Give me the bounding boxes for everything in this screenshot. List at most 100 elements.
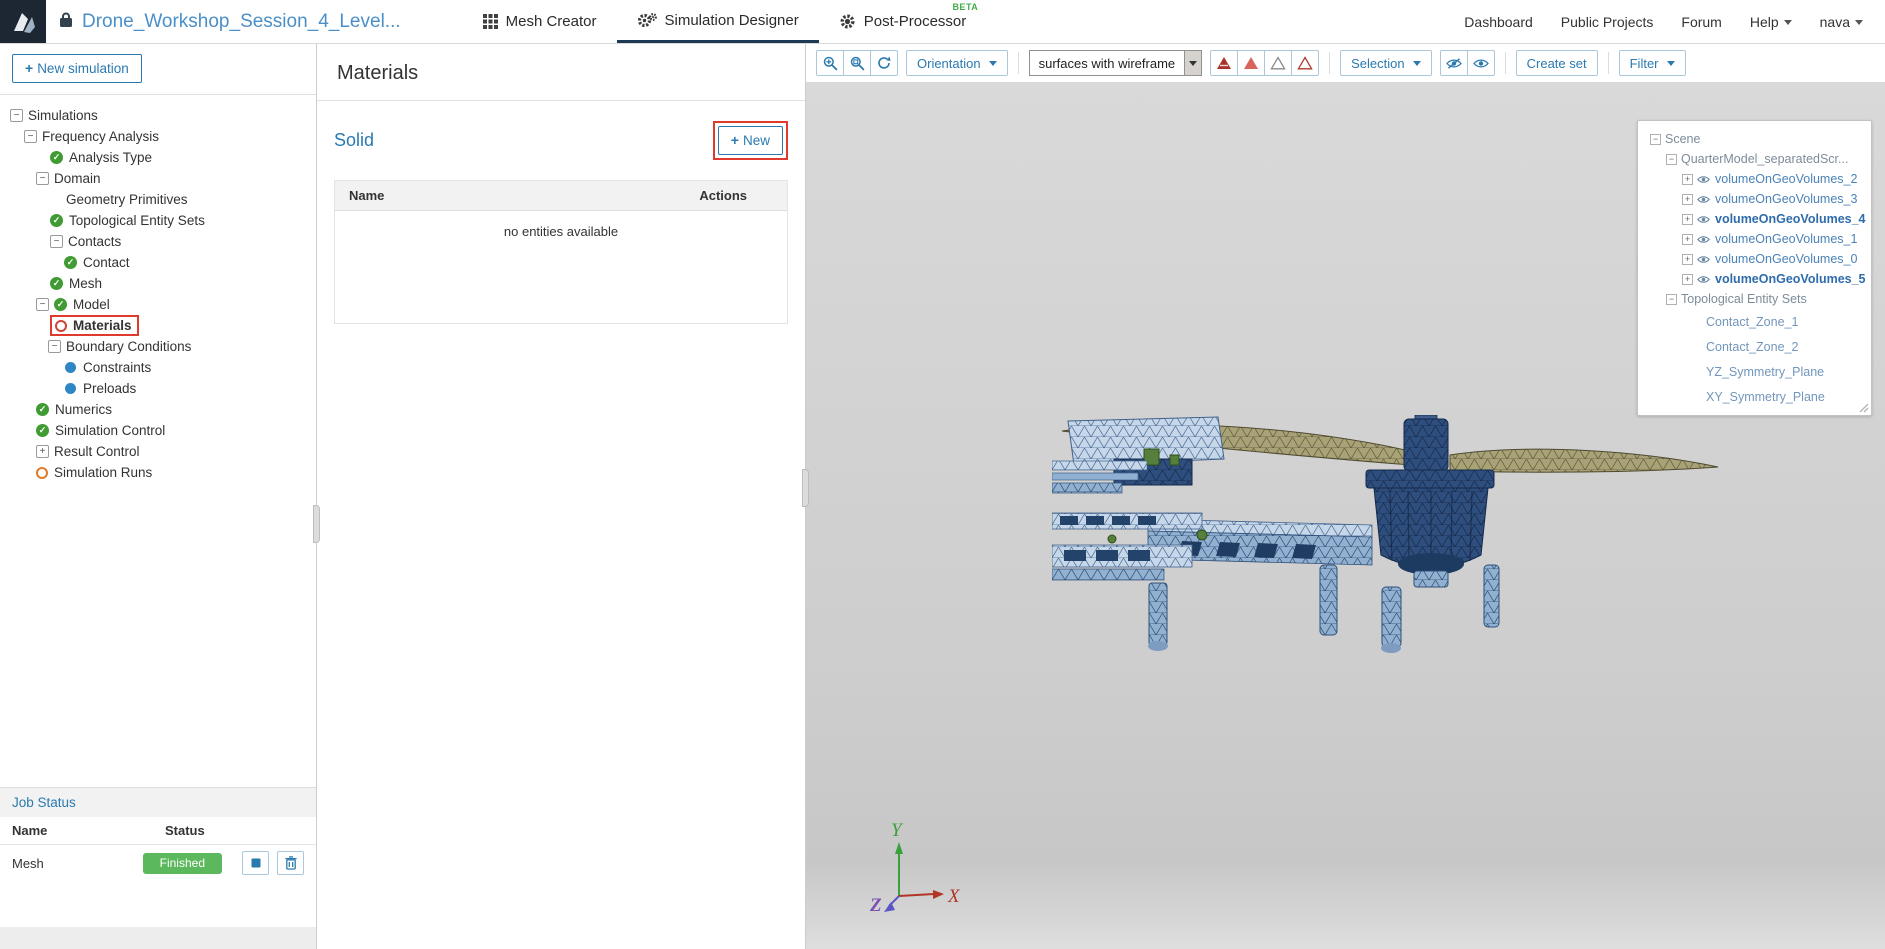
tree-item-analysis-type[interactable]: ✓ Analysis Type xyxy=(0,147,316,168)
collapse-icon[interactable]: − xyxy=(1666,153,1677,165)
refresh-view-button[interactable] xyxy=(870,50,898,76)
collapse-icon[interactable]: − xyxy=(24,130,37,143)
expand-icon[interactable]: + xyxy=(1682,233,1693,245)
filter-button[interactable]: Filter xyxy=(1618,50,1686,76)
tree-item-result-control[interactable]: + Result Control xyxy=(0,441,316,462)
eye-icon[interactable] xyxy=(1697,195,1710,204)
nav-help[interactable]: Help xyxy=(1750,14,1792,30)
scene-item-volume-0[interactable]: + volumeOnGeoVolumes_0 xyxy=(1644,249,1865,269)
landing-leg[interactable] xyxy=(1148,582,1168,646)
collapse-icon[interactable]: − xyxy=(48,340,61,353)
scene-item-volume-3[interactable]: + volumeOnGeoVolumes_3 xyxy=(1644,189,1865,209)
tree-item-contact[interactable]: ✓ Contact xyxy=(0,252,316,273)
show-selection-button[interactable] xyxy=(1466,50,1495,76)
landing-leg[interactable] xyxy=(1319,564,1338,636)
render-canvas[interactable]: Y X Z − Scene − QuarterModel_separatedSc… xyxy=(806,82,1885,949)
expand-icon[interactable]: + xyxy=(1682,273,1693,285)
bottom-strip[interactable] xyxy=(1052,568,1165,581)
scene-item-quartermodel[interactable]: − QuarterModel_separatedScr... xyxy=(1644,149,1865,169)
tree-item-mesh[interactable]: ✓ Mesh xyxy=(0,273,316,294)
scene-item-volume-1[interactable]: + volumeOnGeoVolumes_1 xyxy=(1644,229,1865,249)
motor-mount[interactable] xyxy=(1413,570,1449,588)
expand-icon[interactable]: + xyxy=(1682,193,1693,205)
tree-item-domain[interactable]: − Domain xyxy=(0,168,316,189)
eye-icon[interactable] xyxy=(1697,175,1710,184)
mesh-quality-shaded-button[interactable] xyxy=(1237,50,1266,76)
mesh-quality-wire-button[interactable] xyxy=(1291,50,1320,76)
tree-item-simulation-runs[interactable]: Simulation Runs xyxy=(0,462,316,483)
scene-item-volume-5[interactable]: + volumeOnGeoVolumes_5 xyxy=(1644,269,1866,289)
sidebar-collapse-handle[interactable] xyxy=(313,505,320,543)
orientation-button[interactable]: Orientation xyxy=(906,50,1008,76)
tree-item-contacts[interactable]: − Contacts xyxy=(0,231,316,252)
scene-item-volume-2[interactable]: + volumeOnGeoVolumes_2 xyxy=(1644,169,1865,189)
expand-icon[interactable]: + xyxy=(36,445,49,458)
scene-item-scene[interactable]: − Scene xyxy=(1644,129,1865,149)
scene-item-volume-4[interactable]: + volumeOnGeoVolumes_4 xyxy=(1644,209,1866,229)
tree-item-simulations[interactable]: − Simulations xyxy=(0,105,316,126)
eye-icon[interactable] xyxy=(1697,255,1710,264)
delete-job-button[interactable] xyxy=(277,851,304,875)
expand-icon[interactable]: + xyxy=(1682,173,1693,185)
landing-leg[interactable] xyxy=(1483,564,1500,628)
chevron-down-icon xyxy=(988,60,997,66)
panel-collapse-handle[interactable] xyxy=(802,469,809,507)
new-simulation-button[interactable]: + New simulation xyxy=(12,54,142,83)
expand-icon[interactable]: + xyxy=(1682,253,1693,265)
tree-item-boundary-conditions[interactable]: − Boundary Conditions xyxy=(0,336,316,357)
tree-item-simulation-control[interactable]: ✓ Simulation Control xyxy=(0,420,316,441)
tree-item-materials[interactable]: Materials xyxy=(0,315,316,336)
eye-icon[interactable] xyxy=(1697,215,1710,224)
hide-selection-button[interactable] xyxy=(1439,50,1468,76)
collapse-icon[interactable]: − xyxy=(36,298,49,311)
scene-item-xy-symmetry-plane[interactable]: XY_Symmetry_Plane xyxy=(1644,384,1865,409)
propeller-hub[interactable] xyxy=(1403,418,1449,472)
tab-mesh-creator[interactable]: Mesh Creator xyxy=(463,0,617,43)
tree-item-numerics[interactable]: ✓ Numerics xyxy=(0,399,316,420)
drone-model[interactable] xyxy=(1052,415,1722,655)
nav-dashboard[interactable]: Dashboard xyxy=(1464,14,1533,30)
nav-user-menu[interactable]: nava xyxy=(1820,14,1863,30)
mesh-quality-outline-button[interactable] xyxy=(1264,50,1293,76)
propeller-right-blade[interactable] xyxy=(1449,448,1719,473)
tab-simulation-designer[interactable]: Simulation Designer xyxy=(616,0,819,43)
collapse-icon[interactable]: − xyxy=(50,235,63,248)
scene-item-label: XY_Symmetry_Plane xyxy=(1706,389,1825,404)
scene-item-yz-symmetry-plane[interactable]: YZ_Symmetry_Plane xyxy=(1644,359,1865,384)
selection-button[interactable]: Selection xyxy=(1340,50,1432,76)
tree-item-preloads[interactable]: Preloads xyxy=(0,378,316,399)
tree-item-constraints[interactable]: Constraints xyxy=(0,357,316,378)
zoom-in-button[interactable] xyxy=(816,50,844,76)
new-material-button[interactable]: + New xyxy=(717,126,783,155)
motor-flange[interactable] xyxy=(1365,469,1495,489)
display-mode-select[interactable]: surfaces with wireframe xyxy=(1028,50,1203,76)
collapse-icon[interactable]: − xyxy=(1666,293,1677,305)
nav-public-projects[interactable]: Public Projects xyxy=(1561,14,1654,30)
collapse-icon[interactable]: − xyxy=(10,109,23,122)
landing-leg[interactable] xyxy=(1381,586,1402,648)
expand-icon[interactable]: + xyxy=(1682,213,1693,225)
eye-icon[interactable] xyxy=(1697,235,1710,244)
nav-forum[interactable]: Forum xyxy=(1681,14,1721,30)
select-dropdown-button[interactable] xyxy=(1184,51,1202,75)
panel-resize-handle[interactable] xyxy=(1858,402,1869,413)
tree-item-model[interactable]: − ✓ Model xyxy=(0,294,316,315)
zoom-fit-button[interactable] xyxy=(843,50,871,76)
tree-item-frequency-analysis[interactable]: − Frequency Analysis xyxy=(0,126,316,147)
scene-item-contact-zone-2[interactable]: Contact_Zone_2 xyxy=(1644,334,1865,359)
create-set-button[interactable]: Create set xyxy=(1515,50,1598,76)
tab-post-processor[interactable]: BETA Post-Processor xyxy=(819,0,987,43)
collapse-icon[interactable]: − xyxy=(36,172,49,185)
collapse-icon[interactable]: − xyxy=(1650,133,1661,145)
eye-icon[interactable] xyxy=(1697,275,1710,284)
app-logo[interactable] xyxy=(0,0,46,43)
scene-item-topological-entity-sets[interactable]: − Topological Entity Sets xyxy=(1644,289,1865,309)
stop-job-button[interactable] xyxy=(242,851,269,875)
thin-plate[interactable] xyxy=(1052,472,1139,481)
bracket[interactable] xyxy=(1052,482,1123,494)
mesh-quality-solid-button[interactable] xyxy=(1210,50,1239,76)
tree-item-topological-entity-sets[interactable]: ✓ Topological Entity Sets xyxy=(0,210,316,231)
thin-plate[interactable] xyxy=(1052,460,1148,471)
tree-item-geometry-primitives[interactable]: Geometry Primitives xyxy=(0,189,316,210)
scene-item-contact-zone-1[interactable]: Contact_Zone_1 xyxy=(1644,309,1865,334)
